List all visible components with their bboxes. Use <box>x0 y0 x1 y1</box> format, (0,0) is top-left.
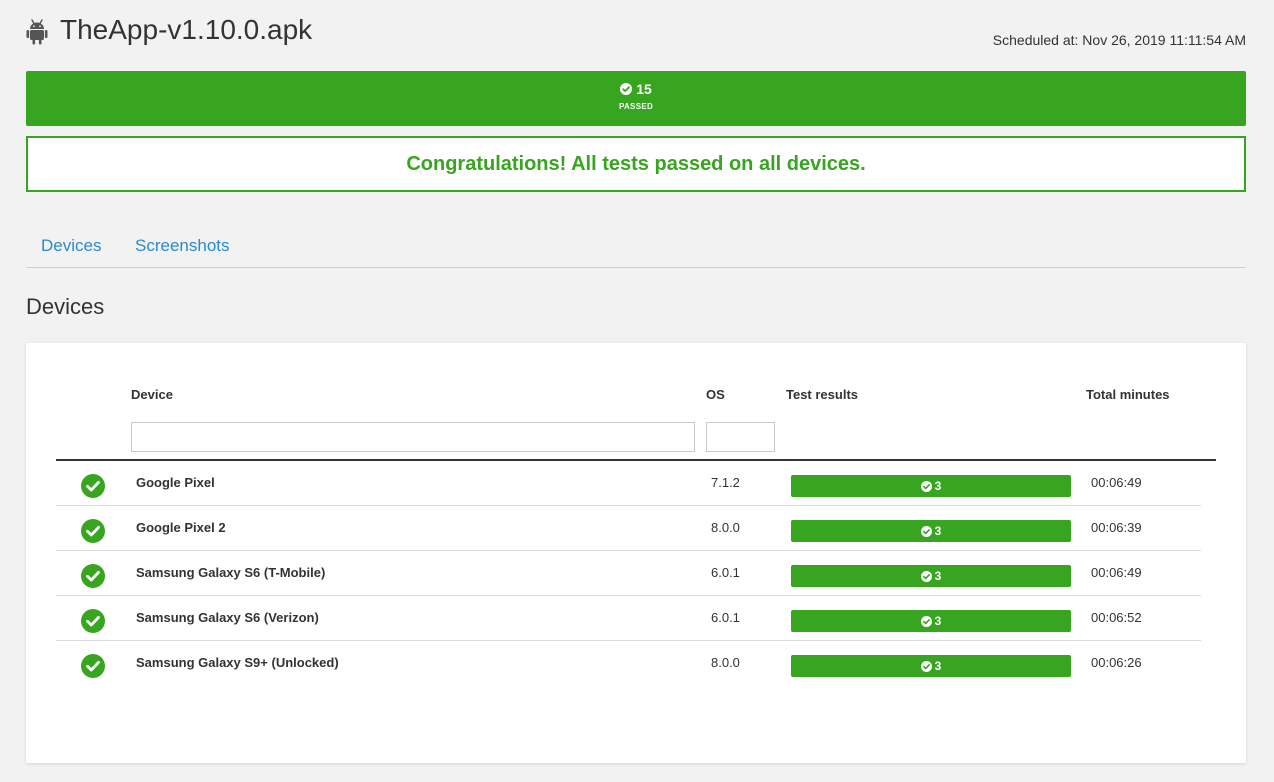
test-results-bar[interactable]: 3 <box>791 520 1071 542</box>
header: TheApp-v1.10.0.apk Scheduled at: Nov 26,… <box>26 14 1246 54</box>
passed-count-group: 15 <box>26 81 1246 97</box>
total-minutes: 00:06:49 <box>1091 475 1142 490</box>
table-row[interactable]: Google Pixel 7.1.2 3 00:06:49 <box>56 461 1201 506</box>
total-minutes: 00:06:26 <box>1091 655 1142 670</box>
device-name: Samsung Galaxy S6 (Verizon) <box>136 610 319 625</box>
passed-status-icon <box>81 654 105 678</box>
passed-test-count: 3 <box>934 614 942 628</box>
passed-status-icon <box>81 609 105 633</box>
device-name: Google Pixel 2 <box>136 520 226 535</box>
device-name: Samsung Galaxy S9+ (Unlocked) <box>136 655 339 670</box>
check-circle-icon <box>920 615 932 627</box>
passed-test-count: 3 <box>934 569 942 583</box>
device-filter-input[interactable] <box>131 422 695 452</box>
os-version: 8.0.0 <box>711 520 740 535</box>
table-row[interactable]: Google Pixel 2 8.0.0 3 00:06:39 <box>56 506 1201 551</box>
tab-screenshots[interactable]: Screenshots <box>135 236 230 256</box>
page: TheApp-v1.10.0.apk Scheduled at: Nov 26,… <box>0 0 1274 782</box>
column-header-os[interactable]: OS <box>706 387 725 402</box>
passed-status-icon <box>81 474 105 498</box>
test-results-bar[interactable]: 3 <box>791 655 1071 677</box>
os-version: 6.0.1 <box>711 565 740 580</box>
table-row[interactable]: Samsung Galaxy S6 (Verizon) 6.0.1 3 00:06:5… <box>56 596 1201 641</box>
total-minutes: 00:06:49 <box>1091 565 1142 580</box>
section-title: Devices <box>26 294 105 319</box>
passed-status-icon <box>81 564 105 588</box>
tab-bar: Devices Screenshots <box>26 226 1246 268</box>
os-version: 7.1.2 <box>711 475 740 490</box>
os-filter-input[interactable] <box>706 422 775 452</box>
column-header-total-minutes[interactable]: Total minutes <box>1086 387 1170 402</box>
test-results-bar[interactable]: 3 <box>791 475 1071 497</box>
test-results-bar[interactable]: 3 <box>791 610 1071 632</box>
check-circle-icon <box>920 660 932 672</box>
check-circle-icon <box>920 570 932 582</box>
passed-test-count: 3 <box>934 659 942 673</box>
device-rows: Google Pixel 7.1.2 3 00:06:49 Google Pixel 2… <box>56 461 1201 685</box>
total-minutes: 00:06:39 <box>1091 520 1142 535</box>
devices-table-card: Device OS Test results Total minutes Goo… <box>26 343 1246 763</box>
test-results-bar[interactable]: 3 <box>791 565 1071 587</box>
passed-test-count: 3 <box>934 524 942 538</box>
total-minutes: 00:06:52 <box>1091 610 1142 625</box>
check-circle-icon <box>920 480 932 492</box>
check-circle-icon <box>920 525 932 537</box>
congrats-banner: Congratulations! All tests passed on all… <box>26 136 1246 192</box>
os-version: 6.0.1 <box>711 610 740 625</box>
passed-status-icon <box>81 519 105 543</box>
device-name: Google Pixel <box>136 475 215 490</box>
os-version: 8.0.0 <box>711 655 740 670</box>
check-circle-icon <box>620 83 633 95</box>
column-header-device[interactable]: Device <box>131 387 173 402</box>
device-name: Samsung Galaxy S6 (T-Mobile) <box>136 565 326 580</box>
android-icon <box>26 19 48 45</box>
app-title: TheApp-v1.10.0.apk <box>60 14 313 45</box>
passed-count: 15 <box>636 81 652 97</box>
column-header-test-results[interactable]: Test results <box>786 387 858 402</box>
table-row[interactable]: Samsung Galaxy S9+ (Unlocked) 8.0.0 3 00:06… <box>56 641 1201 685</box>
scheduled-timestamp: Scheduled at: Nov 26, 2019 11:11:54 AM <box>992 32 1246 48</box>
tab-devices[interactable]: Devices <box>41 236 101 256</box>
passed-test-count: 3 <box>934 479 942 493</box>
table-row[interactable]: Samsung Galaxy S6 (T-Mobile) 6.0.1 3 00:06:… <box>56 551 1201 596</box>
passed-label: PASSED <box>618 102 654 111</box>
passed-summary-bar[interactable]: 15 PASSED <box>26 71 1246 126</box>
